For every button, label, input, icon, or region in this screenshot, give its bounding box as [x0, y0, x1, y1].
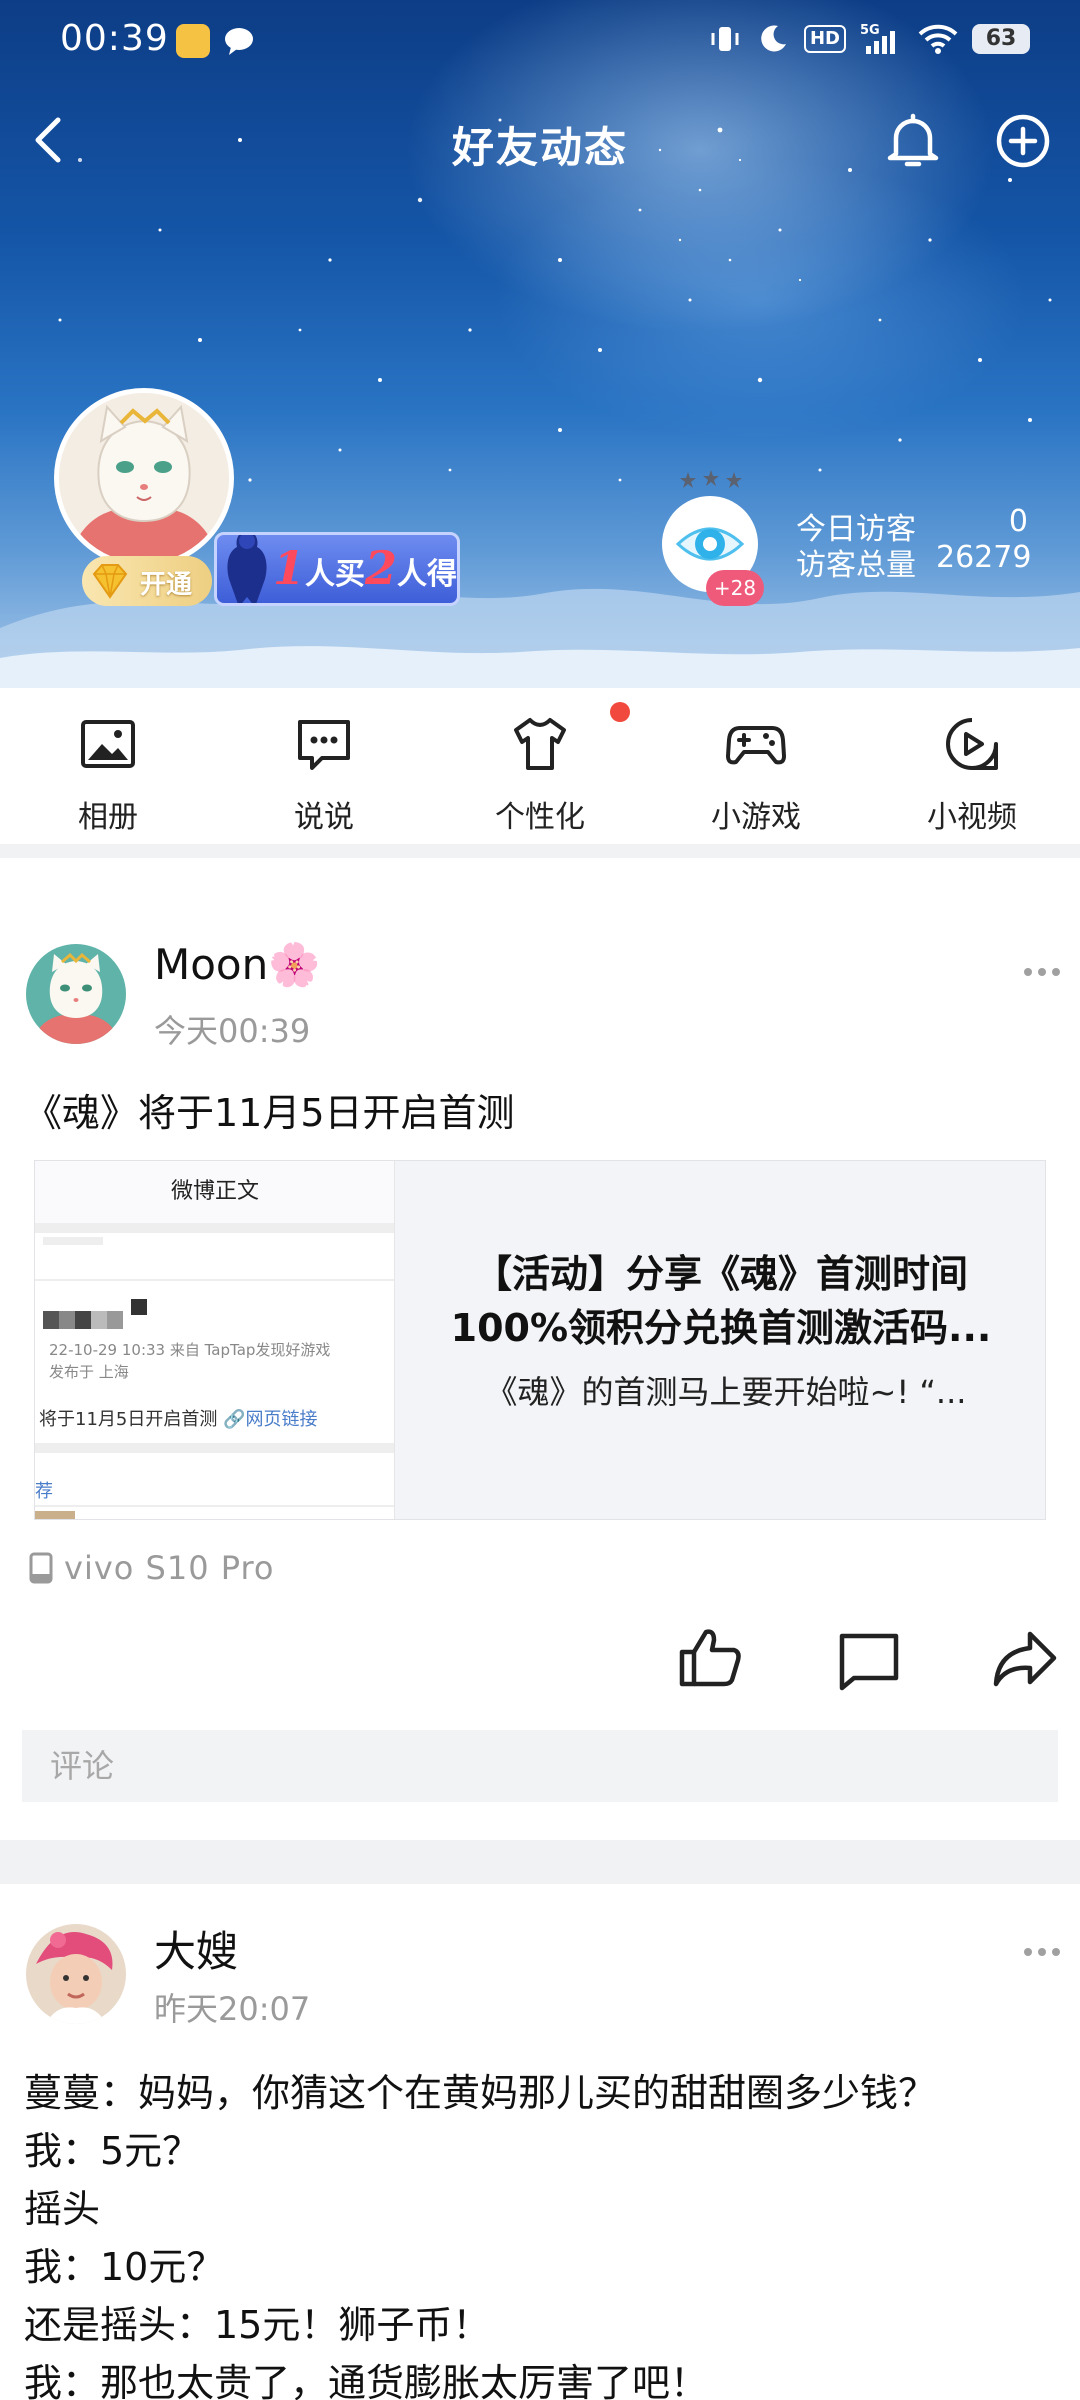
card-description: 《魂》的首测马上要开始啦~! “... [485, 1373, 967, 1411]
phone-icon [29, 1552, 53, 1584]
nav-item-minigames[interactable]: 小游戏 [648, 688, 864, 844]
post-content: 《魂》将于11月5日开启首测 [24, 1091, 515, 1135]
hd-badge: HD [803, 25, 846, 53]
baby-photo-avatar [26, 1924, 126, 2024]
thumb-header: 微博正文 [35, 1161, 394, 1223]
gamepad-icon [726, 726, 786, 765]
chat-notification-icon [225, 28, 253, 55]
cat-avatar-illustration [59, 393, 229, 563]
network-label: 5G [860, 23, 880, 38]
signal-icon: 5G [860, 23, 895, 54]
friend-feed-screen: 00:39 HD 5G 63 好友动态 开通 1人买2人得 +28 今日访客 0… [0, 0, 1080, 2400]
post-content-line: 蔓蔓：妈妈，你猜这个在黄妈那儿买的甜甜圈多少钱？ [24, 2071, 937, 2115]
vibrate-icon [711, 27, 739, 51]
post-author-name[interactable]: Moon🌸 [154, 940, 321, 990]
nav-label-album: 相册 [78, 800, 138, 835]
thumb-link-label: 网页链接 [245, 1409, 318, 1430]
post-author-name[interactable]: 大嫂 [154, 1918, 238, 1979]
card-title-line: 【活动】分享《魂》首测时间 [473, 1252, 968, 1296]
profile-cover: 00:39 HD 5G 63 好友动态 开通 1人买2人得 +28 今日访客 0… [0, 0, 1080, 688]
battery-indicator: 63 [972, 24, 1030, 54]
notification-bell-icon[interactable] [878, 106, 948, 176]
promo-text: 1人买2人得 [273, 541, 457, 595]
moon-icon [761, 25, 786, 52]
status-bar: 00:39 HD 5G 63 [0, 0, 1080, 84]
vip-open-button[interactable]: 开通 [82, 556, 212, 606]
add-post-icon[interactable] [988, 106, 1058, 176]
nav-item-shuoshuo[interactable]: 说说 [216, 688, 432, 844]
user-avatar[interactable] [54, 388, 234, 568]
comment-input[interactable] [22, 1730, 1058, 1802]
nav-label-shortvideo: 小视频 [927, 800, 1017, 835]
weibo-notification-icon [176, 24, 210, 58]
thumb-image-fragment [35, 1511, 75, 1519]
promo-number-1: 1 [273, 541, 306, 595]
play-video-icon [946, 718, 998, 770]
top-navigation-bar: 好友动态 [0, 100, 1080, 180]
device-name: vivo S10 Pro [64, 1549, 275, 1587]
status-time: 00:39 [60, 18, 169, 59]
like-thumb-icon[interactable] [676, 1622, 746, 1692]
shirt-icon [514, 718, 566, 770]
more-options-icon[interactable] [1022, 1944, 1062, 1960]
comment-icon[interactable] [834, 1624, 904, 1694]
promo-number-2: 2 [365, 541, 398, 595]
card-thumbnail: 微博正文 22-10-29 10:33 来自 TapTap发现好游戏 发布于 上… [35, 1161, 395, 1519]
section-divider [0, 844, 1080, 858]
gift-person-icon [227, 535, 267, 603]
total-visitors-label: 访客总量 [796, 548, 916, 583]
visitor-stars-icon [680, 470, 742, 488]
thumb-link-text: 将于11月5日开启首测 [39, 1409, 218, 1430]
card-title-line: 100%领积分兑换首测激活码... [450, 1306, 992, 1350]
post-content: 蔓蔓：妈妈，你猜这个在黄妈那儿买的甜甜圈多少钱？ 我：5元？ 摇头 我：10元？… [24, 2064, 936, 2400]
post-divider [0, 1840, 1080, 1884]
nav-label-minigames: 小游戏 [711, 800, 801, 835]
blurred-avatar [131, 1299, 147, 1315]
vip-label: 开通 [140, 570, 193, 600]
device-info: vivo S10 Pro [28, 1548, 274, 1588]
post-content-line: 摇头 [24, 2187, 101, 2231]
promo-text-2: 人得 [397, 557, 458, 592]
nav-label-shuoshuo: 说说 [294, 800, 354, 835]
diamond-icon [92, 564, 128, 599]
post-time: 昨天20:07 [154, 1990, 311, 2028]
thumb-divider [35, 1505, 394, 1507]
blurred-username [43, 1311, 123, 1329]
promo-text-1: 人买 [305, 557, 366, 592]
more-options-icon[interactable] [1022, 964, 1062, 980]
photo-album-icon [81, 720, 135, 768]
post-author-avatar[interactable] [26, 944, 126, 1044]
post-author-avatar[interactable] [26, 1924, 126, 2024]
thumb-tag: 荐 [35, 1481, 53, 1502]
visitor-count-badge: +28 [706, 570, 764, 606]
today-visitors-value: 0 [1008, 504, 1028, 539]
thumb-link-line: 将于11月5日开启首测 🔗网页链接 [39, 1409, 318, 1430]
nav-label-personalize: 个性化 [495, 800, 585, 835]
thumb-meta-line: 22-10-29 10:33 来自 TapTap发现好游戏 [49, 1341, 331, 1359]
post-content-line: 我：10元？ [24, 2245, 225, 2289]
thumb-divider [35, 1443, 394, 1453]
nav-item-album[interactable]: 相册 [0, 688, 216, 844]
message-icon [298, 720, 350, 770]
post-content-line: 我：那也太贵了，通货膨胀太厉害了吧！ [24, 2361, 709, 2400]
feature-navigation: 相册 说说 个性化 小游戏 小视频 [0, 688, 1080, 844]
nav-item-shortvideo[interactable]: 小视频 [864, 688, 1080, 844]
thumb-placeholder [43, 1237, 103, 1245]
status-icons: HD 5G 63 [708, 22, 1030, 56]
thumb-divider [35, 1223, 394, 1233]
cat-avatar-illustration [26, 944, 126, 1044]
post-time: 今天00:39 [154, 1012, 311, 1050]
shared-link-card[interactable]: 微博正文 22-10-29 10:33 来自 TapTap发现好游戏 发布于 上… [34, 1160, 1046, 1520]
thumb-meta-line: 发布于 上海 [49, 1363, 129, 1381]
post-content-line: 还是摇头：15元！狮子币！ [24, 2303, 491, 2347]
promo-banner[interactable]: 1人买2人得 [214, 532, 460, 606]
wifi-icon [918, 24, 958, 54]
nav-item-personalize[interactable]: 个性化 [432, 688, 648, 844]
thumb-divider [35, 1279, 394, 1281]
new-indicator-dot [610, 702, 630, 722]
total-visitors-value: 26279 [936, 540, 1032, 575]
post-content-line: 我：5元？ [24, 2129, 201, 2173]
share-arrow-icon[interactable] [990, 1624, 1060, 1694]
card-title: 【活动】分享《魂》首测时间 100%领积分兑换首测激活码... [421, 1247, 1021, 1355]
